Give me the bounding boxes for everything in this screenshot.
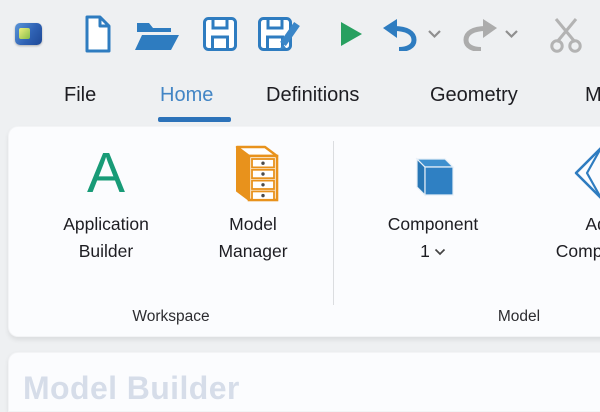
comsol-logo-button[interactable] xyxy=(15,23,42,45)
quick-access-toolbar xyxy=(0,0,600,66)
application-builder-label: Application Builder xyxy=(63,211,149,265)
tab-geometry[interactable]: Geometry xyxy=(430,84,518,107)
save-as-button[interactable] xyxy=(256,15,302,53)
ribbon-tab-bar: File Home Definitions Geometry Materials xyxy=(0,78,600,126)
model-builder-panel: Model Builder xyxy=(8,352,600,412)
save-button[interactable] xyxy=(201,15,239,53)
cut-icon xyxy=(546,15,586,53)
undo-icon xyxy=(380,17,422,51)
open-folder-icon xyxy=(134,18,180,52)
redo-icon xyxy=(458,17,500,51)
chevron-down-icon xyxy=(427,29,442,39)
undo-button[interactable] xyxy=(380,17,422,51)
tab-definitions[interactable]: Definitions xyxy=(266,84,359,107)
active-tab-underline xyxy=(158,117,231,122)
add-component-label: Add Component xyxy=(556,211,600,265)
comsol-logo-icon xyxy=(19,28,30,39)
component-1-label: Component 1 xyxy=(388,211,478,265)
run-button[interactable] xyxy=(336,19,364,49)
chevron-down-icon xyxy=(434,248,446,256)
group-divider xyxy=(333,141,334,305)
workspace-group-label: Workspace xyxy=(9,308,333,326)
tab-file[interactable]: File xyxy=(64,84,96,107)
component-cube-icon xyxy=(406,146,460,200)
component-1-button[interactable]: Component 1 xyxy=(365,135,501,265)
ribbon-home-panel: A Application Builder Model xyxy=(8,126,600,337)
model-manager-label: Model Manager xyxy=(218,211,287,265)
tab-home[interactable]: Home xyxy=(160,84,213,107)
new-file-button[interactable] xyxy=(83,15,113,53)
cut-button[interactable] xyxy=(546,15,586,53)
model-builder-title: Model Builder xyxy=(23,370,240,407)
undo-dropdown-button[interactable] xyxy=(427,29,442,39)
chevron-down-icon xyxy=(504,29,519,39)
tab-materials[interactable]: Materials xyxy=(585,84,600,107)
save-as-icon xyxy=(256,15,302,53)
model-group-label: Model xyxy=(333,308,600,326)
new-file-icon xyxy=(83,15,113,53)
add-component-icon xyxy=(572,144,600,202)
letter-a-icon: A xyxy=(87,145,125,202)
model-manager-icon xyxy=(225,142,281,204)
redo-button[interactable] xyxy=(458,17,500,51)
redo-dropdown-button[interactable] xyxy=(504,29,519,39)
application-builder-icon: A xyxy=(87,135,125,211)
save-icon xyxy=(201,15,239,53)
open-button[interactable] xyxy=(134,18,180,52)
run-icon xyxy=(336,19,364,49)
model-manager-button[interactable]: Model Manager xyxy=(193,135,313,265)
comsol-window: { "tabs": { "file": "File", "home": "Hom… xyxy=(0,0,600,400)
add-component-button[interactable]: Add Component xyxy=(521,135,600,265)
application-builder-button[interactable]: A Application Builder xyxy=(26,135,186,265)
